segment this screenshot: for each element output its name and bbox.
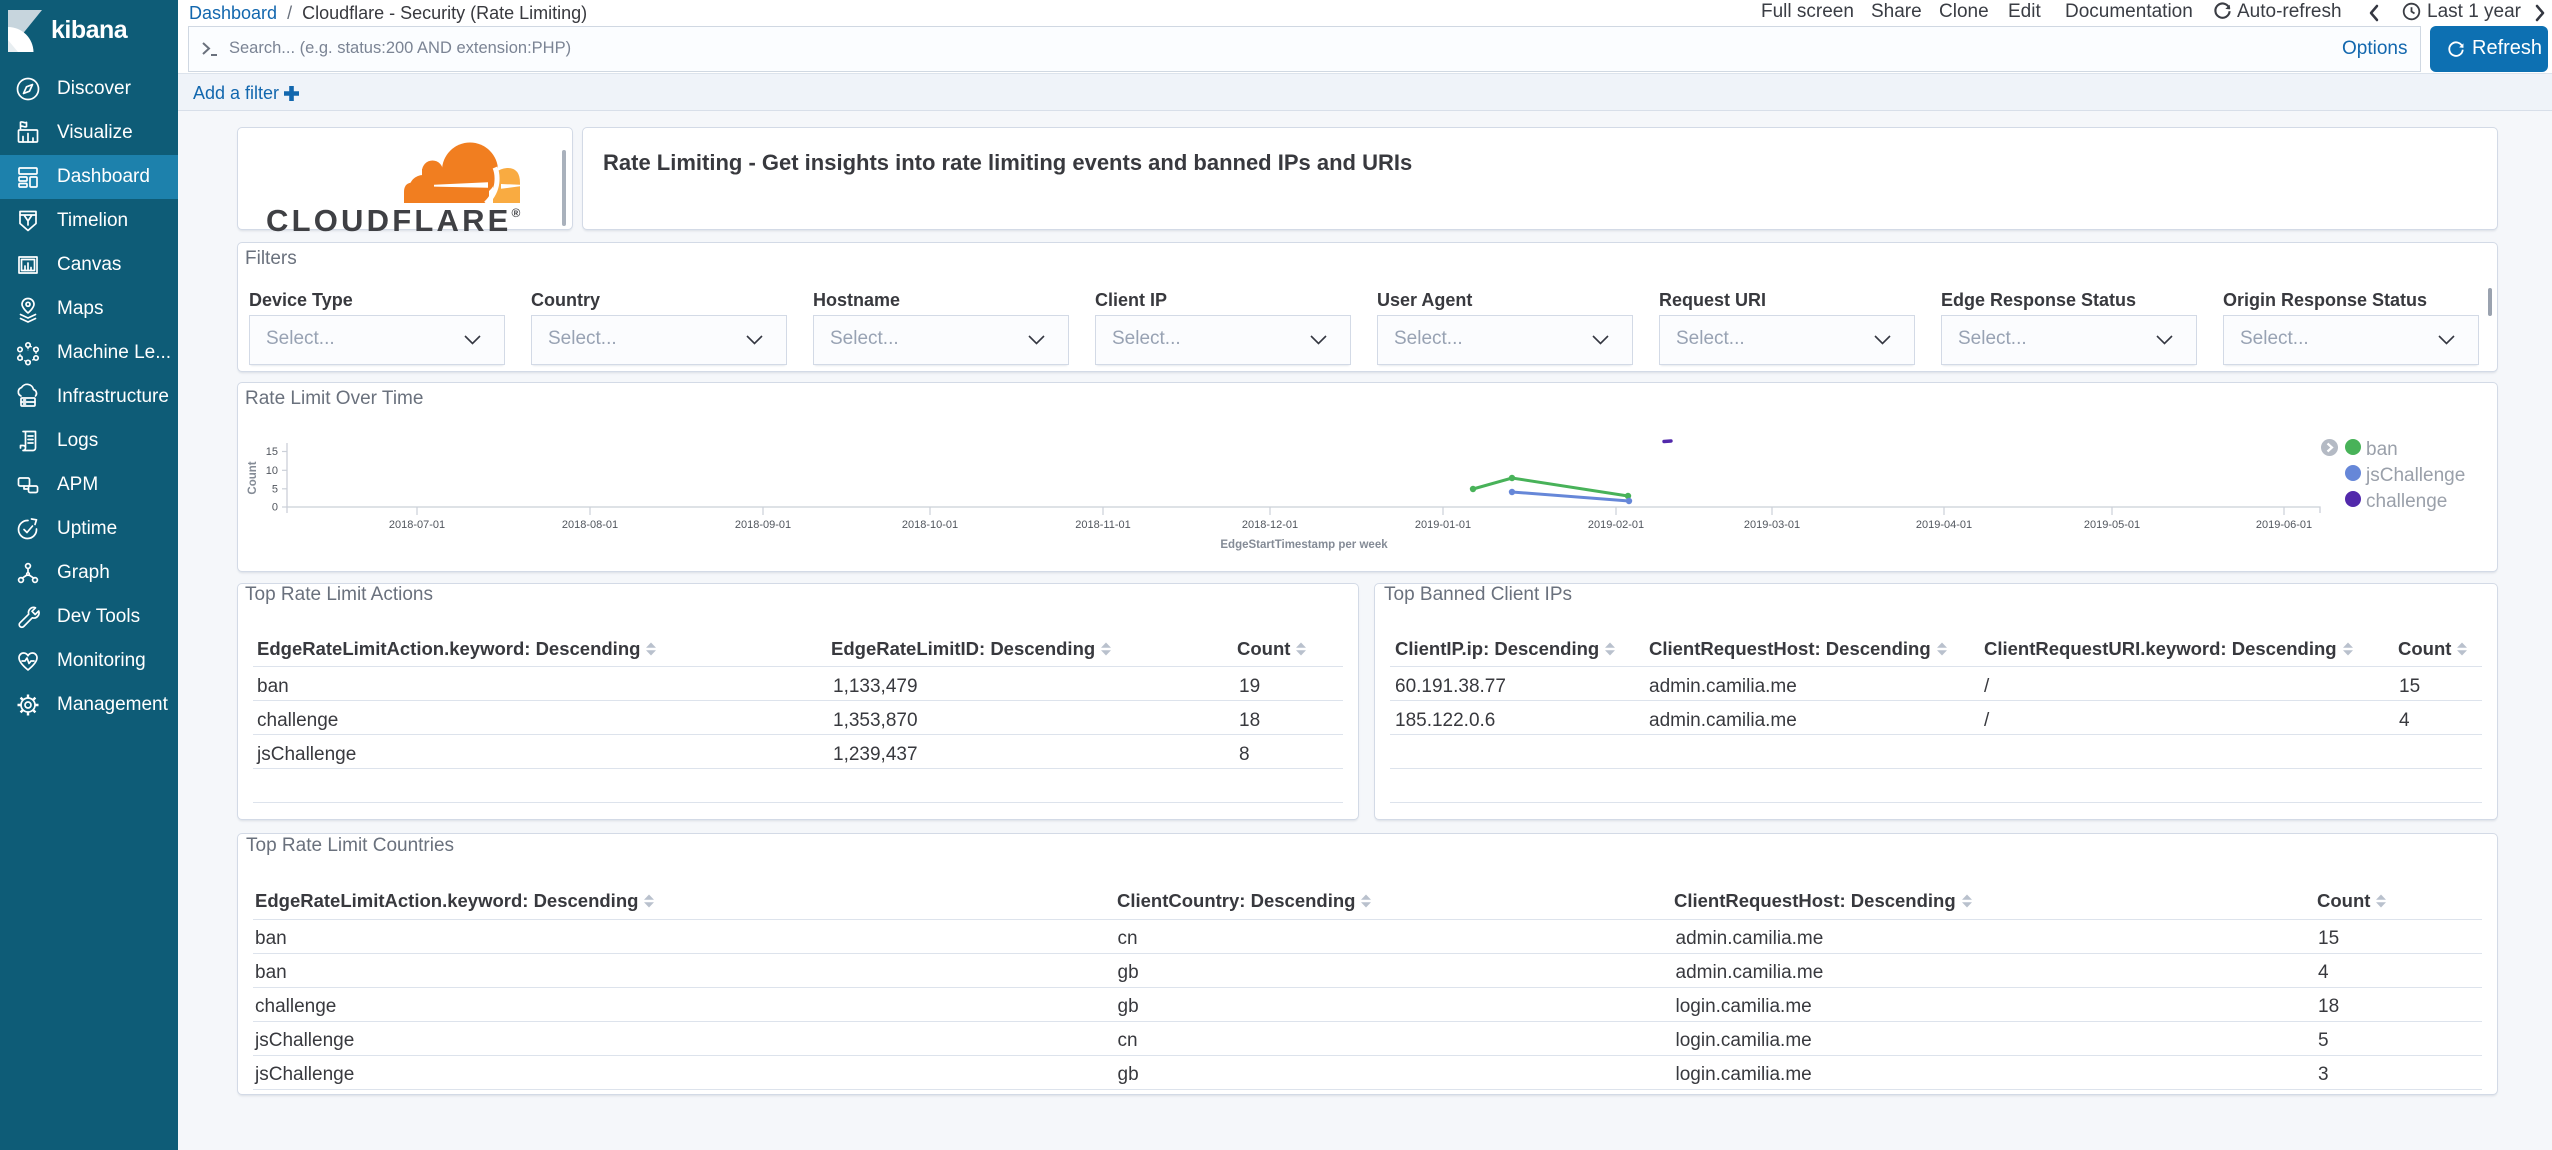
svg-text:EdgeStartTimestamp per week: EdgeStartTimestamp per week <box>1220 539 1388 551</box>
svg-text:2019-03-01: 2019-03-01 <box>1744 519 1800 531</box>
svg-text:2019-06-01: 2019-06-01 <box>2256 519 2312 531</box>
svg-text:2019-04-01: 2019-04-01 <box>1916 519 1972 531</box>
svg-text:2018-10-01: 2018-10-01 <box>902 519 958 531</box>
svg-text:5: 5 <box>272 483 278 495</box>
svg-text:2018-12-01: 2018-12-01 <box>1242 519 1298 531</box>
svg-text:15: 15 <box>266 446 278 458</box>
svg-text:2018-09-01: 2018-09-01 <box>735 519 791 531</box>
svg-text:10: 10 <box>266 465 278 477</box>
svg-text:2019-02-01: 2019-02-01 <box>1588 519 1644 531</box>
svg-text:2018-07-01: 2018-07-01 <box>389 519 445 531</box>
svg-text:2018-11-01: 2018-11-01 <box>1075 519 1130 531</box>
svg-text:2019-01-01: 2019-01-01 <box>1415 519 1471 531</box>
svg-text:2019-05-01: 2019-05-01 <box>2084 519 2140 531</box>
svg-text:2018-08-01: 2018-08-01 <box>562 519 618 531</box>
svg-text:0: 0 <box>272 502 278 514</box>
svg-text:Count: Count <box>247 461 259 494</box>
